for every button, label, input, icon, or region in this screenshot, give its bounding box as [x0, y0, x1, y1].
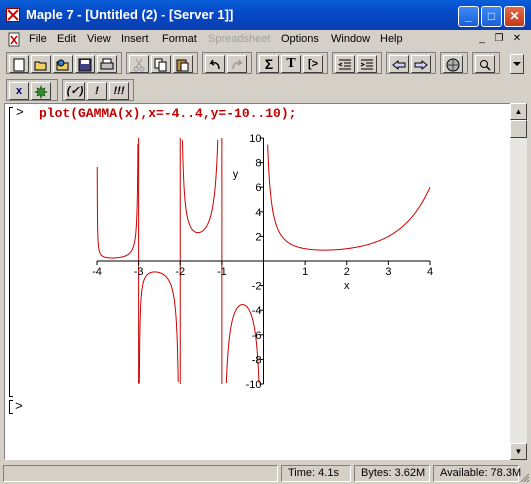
redo-icon[interactable]	[227, 55, 247, 73]
text-input-button[interactable]: T	[281, 55, 301, 73]
file-tool-group	[6, 52, 122, 74]
undo-tool-group	[202, 52, 252, 74]
vertical-scrollbar[interactable]: ▲ ▼	[510, 103, 527, 460]
clipboard-tool-group	[126, 52, 198, 74]
scroll-down-button[interactable]: ▼	[510, 443, 527, 460]
mdi-close-button[interactable]: ✕	[509, 32, 525, 46]
stop-icon[interactable]	[443, 55, 463, 73]
y-tick-label: 6	[255, 182, 261, 194]
menu-insert[interactable]: Insert	[121, 33, 149, 45]
menu-spreadsheet: Spreadsheet	[208, 33, 271, 45]
maple-leaf-icon[interactable]	[31, 82, 51, 100]
gamma-curve-branch-1	[138, 271, 179, 384]
input-prompt: >	[16, 105, 24, 120]
menu-view[interactable]: View	[87, 33, 111, 45]
x-axis-label: x	[344, 280, 350, 292]
empty-group-bracket[interactable]	[9, 400, 13, 414]
forward-arrow-icon[interactable]	[411, 55, 431, 73]
open-icon[interactable]	[31, 55, 51, 73]
insert-tool-group: Σ T [>	[256, 52, 328, 74]
outdent-icon[interactable]	[335, 55, 355, 73]
paste-icon[interactable]	[173, 55, 193, 73]
undo-icon[interactable]	[205, 55, 225, 73]
x-tick-label: 4	[427, 266, 433, 278]
new-icon[interactable]	[9, 55, 29, 73]
remove-output-button[interactable]: x	[9, 82, 29, 100]
cut-icon[interactable]	[129, 55, 149, 73]
execution-group-bracket[interactable]	[9, 107, 13, 397]
menu-edit[interactable]: Edit	[57, 33, 76, 45]
gamma-plot[interactable]: -4 -3 -2 -1 1 2 3 4 10 8 6 4 2 -2 -4 -6 -8 -10 x y	[85, 130, 445, 390]
status-available: Available: 78.3M	[433, 465, 521, 482]
toolbar-overflow-chevron-icon[interactable]	[510, 54, 524, 74]
execute-region-button[interactable]: !	[87, 82, 107, 100]
window-title: Maple 7 - [Untitled (2) - [Server 1]]	[26, 7, 234, 22]
y-tick-label: -8	[252, 354, 262, 366]
y-tick-label: 4	[255, 207, 261, 219]
gamma-curve-branch-0	[96, 143, 139, 259]
y-tick-label: -2	[252, 281, 262, 293]
context-toolbar: x (✓) ! !!!	[0, 77, 531, 103]
y-tick-label: -6	[252, 330, 262, 342]
math-input-button[interactable]: Σ	[259, 55, 279, 73]
gamma-curve-branch-4	[267, 144, 431, 251]
evaluate-button[interactable]: (✓)	[65, 82, 85, 100]
maple-app-icon[interactable]	[6, 8, 20, 22]
y-tick-label: -10	[246, 379, 262, 390]
y-tick-label: 2	[255, 231, 261, 243]
command-input[interactable]: plot(GAMMA(x),x=-4..4,y=-10..10);	[39, 106, 296, 121]
x-tick-label: 1	[302, 266, 308, 278]
save-icon[interactable]	[75, 55, 95, 73]
zoom-icon[interactable]	[475, 55, 495, 73]
y-tick-label: 8	[255, 158, 261, 170]
indent-icon[interactable]	[357, 55, 377, 73]
menu-options[interactable]: Options	[281, 33, 319, 45]
close-button[interactable]: ✕	[504, 6, 525, 27]
x-tick-label: 2	[344, 266, 350, 278]
navigation-tool-group	[386, 52, 436, 74]
stop-tool-group	[440, 52, 468, 74]
status-time: Time: 4.1s	[281, 465, 351, 482]
indent-tool-group	[332, 52, 382, 74]
execute-worksheet-button[interactable]: !!!	[109, 82, 129, 100]
menu-format[interactable]: Format	[162, 33, 197, 45]
main-toolbar: Σ T [>	[0, 50, 531, 76]
copy-icon[interactable]	[151, 55, 171, 73]
scroll-thumb[interactable]	[510, 120, 527, 138]
back-arrow-icon[interactable]	[389, 55, 409, 73]
menu-help[interactable]: Help	[380, 33, 403, 45]
resize-grip-icon[interactable]	[518, 471, 530, 483]
worksheet-area[interactable]: > plot(GAMMA(x),x=-4..4,y=-10..10); -4 -3…	[4, 103, 511, 460]
print-icon[interactable]	[97, 55, 117, 73]
title-bar: Maple 7 - [Untitled (2) - [Server 1]] _ …	[0, 0, 531, 30]
x-tick-label: -4	[92, 266, 102, 278]
x-tick-label: -1	[217, 266, 227, 278]
minimize-button[interactable]: _	[458, 6, 479, 27]
maximize-button[interactable]: □	[481, 6, 502, 27]
execute-tool-group: (✓) ! !!!	[62, 79, 134, 101]
status-bytes: Bytes: 3.62M	[354, 465, 430, 482]
menu-file[interactable]: File	[29, 33, 47, 45]
menu-window[interactable]: Window	[331, 33, 370, 45]
mdi-restore-button[interactable]: ❐	[491, 32, 507, 46]
x-tick-label: -3	[134, 266, 144, 278]
scroll-up-button[interactable]: ▲	[510, 103, 527, 120]
x-tick-label: -2	[175, 266, 185, 278]
y-axis-label: y	[233, 168, 239, 180]
insert-prompt-button[interactable]: [>	[303, 55, 323, 73]
open-url-icon[interactable]	[53, 55, 73, 73]
y-tick-label: -4	[252, 305, 262, 317]
zoom-tool-group	[472, 52, 500, 74]
region-tool-group: x	[6, 79, 58, 101]
status-message-panel	[3, 465, 278, 482]
empty-input-prompt[interactable]: >	[15, 399, 23, 414]
menu-bar: File Edit View Insert Format Spreadsheet…	[0, 30, 531, 49]
status-bar: Time: 4.1s Bytes: 3.62M Available: 78.3M	[0, 462, 531, 484]
y-tick-label: 10	[249, 133, 261, 145]
gamma-curve-branch-2	[181, 139, 219, 234]
x-tick-label: 3	[385, 266, 391, 278]
document-icon[interactable]	[7, 32, 21, 47]
mdi-minimize-button[interactable]: _	[474, 32, 490, 46]
